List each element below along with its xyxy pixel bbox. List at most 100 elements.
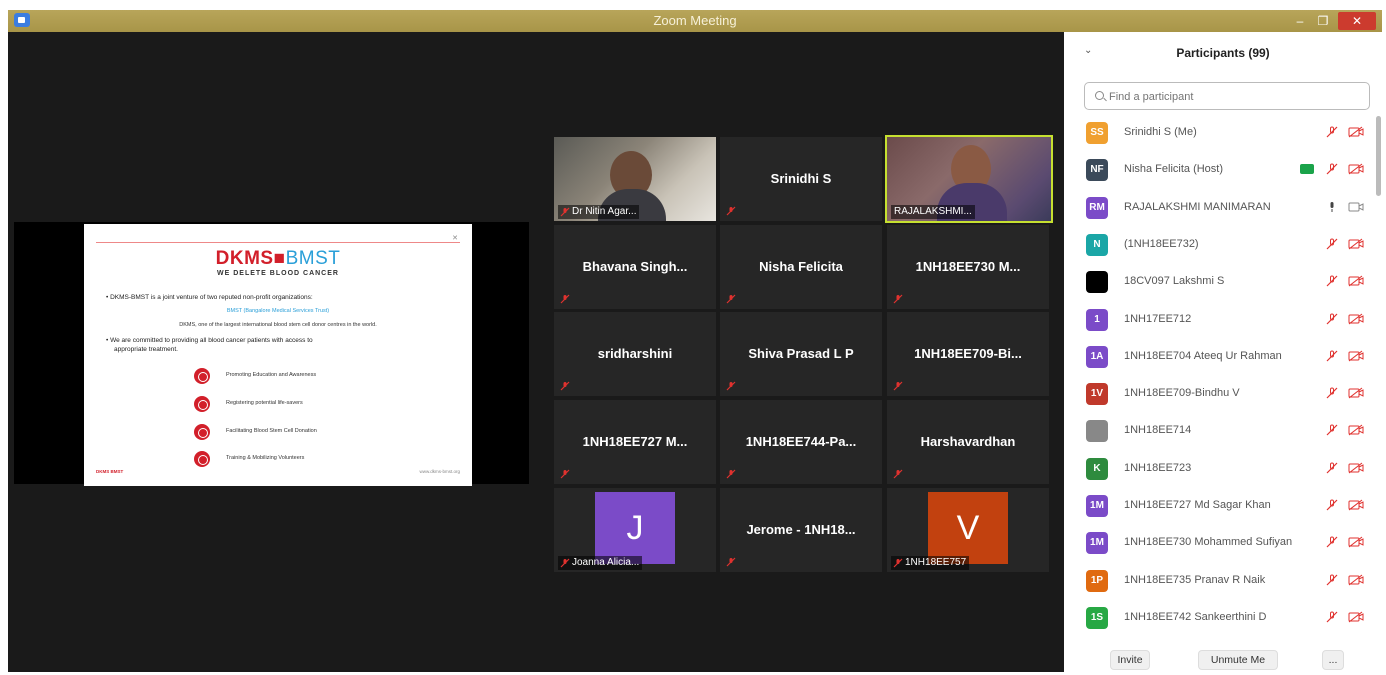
mic-icon[interactable] bbox=[1326, 201, 1338, 213]
muted-mic-icon[interactable] bbox=[1326, 313, 1338, 325]
slide-close-icon: ✕ bbox=[452, 235, 458, 242]
close-button[interactable]: ✕ bbox=[1338, 12, 1376, 30]
video-tile[interactable]: Jerome - 1NH18... bbox=[720, 488, 882, 572]
tile-name-label: 1NH18EE757 bbox=[891, 556, 970, 570]
participant-row[interactable]: 1V 1NH18EE709-Bindhu V bbox=[1064, 375, 1382, 412]
minimize-button[interactable]: – bbox=[1291, 12, 1309, 30]
more-options-button[interactable]: ... bbox=[1322, 650, 1344, 670]
camera-off-icon[interactable] bbox=[1348, 126, 1364, 138]
camera-off-icon[interactable] bbox=[1348, 499, 1364, 511]
participant-name: 1NH18EE730 Mohammed Sufiyan bbox=[1124, 536, 1293, 549]
camera-off-icon[interactable] bbox=[1348, 387, 1364, 399]
camera-off-icon[interactable] bbox=[1348, 611, 1364, 623]
slide-bullet-1: • DKMS-BMST is a joint venture of two re… bbox=[106, 294, 313, 301]
muted-mic-icon[interactable] bbox=[1326, 387, 1338, 399]
search-input[interactable] bbox=[1109, 88, 1359, 106]
video-tile[interactable]: Shiva Prasad L P bbox=[720, 312, 882, 396]
slide-tagline: WE DELETE BLOOD CANCER bbox=[217, 270, 339, 277]
camera-off-icon[interactable] bbox=[1348, 424, 1364, 436]
muted-mic-icon[interactable] bbox=[1326, 275, 1338, 287]
video-tile[interactable]: Bhavana Singh... bbox=[554, 225, 716, 309]
camera-off-icon[interactable] bbox=[1348, 536, 1364, 548]
participant-row[interactable]: N (1NH18EE732) bbox=[1064, 226, 1382, 263]
tile-name: Bhavana Singh... bbox=[582, 259, 688, 274]
camera-off-icon[interactable] bbox=[1348, 313, 1364, 325]
participant-row[interactable]: SS Srinidhi S (Me) bbox=[1064, 114, 1382, 151]
muted-mic-icon[interactable] bbox=[1326, 350, 1338, 362]
participant-avatar: NF bbox=[1086, 159, 1108, 182]
video-tile[interactable]: Harshavardhan bbox=[887, 400, 1049, 484]
participant-name: RAJALAKSHMI MANIMARAN bbox=[1124, 200, 1271, 213]
participant-row[interactable]: 18CV097 Lakshmi S bbox=[1064, 263, 1382, 300]
shared-screen: ✕ DKMS■BMST WE DELETE BLOOD CANCER • DKM… bbox=[14, 222, 529, 486]
tile-name: Shiva Prasad L P bbox=[748, 346, 854, 361]
muted-mic-icon[interactable] bbox=[1326, 536, 1338, 548]
video-tile[interactable]: Dr Nitin Agar... bbox=[554, 137, 716, 221]
participant-row[interactable]: 1A 1NH18EE704 Ateeq Ur Rahman bbox=[1064, 338, 1382, 375]
participant-avatar: 1P bbox=[1086, 569, 1108, 592]
camera-off-icon[interactable] bbox=[1348, 238, 1364, 250]
muted-mic-icon bbox=[726, 557, 736, 567]
invite-button[interactable]: Invite bbox=[1110, 650, 1150, 670]
video-tile[interactable]: Srinidhi S bbox=[720, 137, 882, 221]
video-tile[interactable]: 1NH18EE744-Pa... bbox=[720, 400, 882, 484]
slide-sub-2: DKMS, one of the largest international b… bbox=[179, 322, 377, 328]
muted-mic-icon[interactable] bbox=[1326, 238, 1338, 250]
video-tile[interactable]: 1NH18EE727 M... bbox=[554, 400, 716, 484]
tile-label-text: Joanna Alicia... bbox=[572, 557, 640, 568]
video-tile[interactable]: V 1NH18EE757 bbox=[887, 488, 1049, 572]
participant-row[interactable]: 1NH18EE714 bbox=[1064, 412, 1382, 449]
muted-mic-icon[interactable] bbox=[1326, 163, 1338, 175]
video-tile[interactable]: sridharshini bbox=[554, 312, 716, 396]
participant-row[interactable]: 1M 1NH18EE730 Mohammed Sufiyan bbox=[1064, 524, 1382, 561]
muted-mic-icon bbox=[560, 381, 570, 391]
video-tile[interactable]: J Joanna Alicia... bbox=[554, 488, 716, 572]
camera-icon[interactable] bbox=[1348, 201, 1364, 213]
tile-name: Harshavardhan bbox=[920, 434, 1016, 449]
participant-row[interactable]: NF Nisha Felicita (Host) bbox=[1064, 151, 1382, 188]
participant-row[interactable]: RM RAJALAKSHMI MANIMARAN bbox=[1064, 189, 1382, 226]
video-tile[interactable]: 1NH18EE730 M... bbox=[887, 225, 1049, 309]
active-speaker-tile[interactable]: RAJALAKSHMI... bbox=[885, 135, 1053, 223]
tile-label-text: Dr Nitin Agar... bbox=[572, 206, 637, 217]
participant-search[interactable] bbox=[1084, 82, 1370, 110]
video-tile[interactable]: Nisha Felicita bbox=[720, 225, 882, 309]
muted-mic-icon[interactable] bbox=[1326, 499, 1338, 511]
camera-off-icon[interactable] bbox=[1348, 462, 1364, 474]
muted-mic-icon bbox=[560, 469, 570, 479]
education-icon bbox=[194, 368, 210, 384]
zoom-window: Zoom Meeting – ❐ ✕ ✕ DKMS■BMST WE DELETE… bbox=[8, 10, 1382, 672]
logo-bmst-text: BMST bbox=[285, 248, 341, 269]
video-tile[interactable]: 1NH18EE709-Bi... bbox=[887, 312, 1049, 396]
muted-mic-icon[interactable] bbox=[1326, 424, 1338, 436]
participant-avatar: 1S bbox=[1086, 606, 1108, 629]
muted-mic-icon bbox=[726, 206, 736, 216]
muted-mic-icon[interactable] bbox=[1326, 574, 1338, 586]
participant-name: 1NH18EE727 Md Sagar Khan bbox=[1124, 499, 1271, 511]
participant-row[interactable]: K 1NH18EE723 bbox=[1064, 450, 1382, 487]
muted-mic-icon bbox=[560, 207, 570, 217]
slide-item-3: Facilitating Blood Stem Cell Donation bbox=[226, 428, 317, 434]
maximize-button[interactable]: ❐ bbox=[1313, 12, 1333, 30]
muted-mic-icon bbox=[726, 469, 736, 479]
camera-off-icon[interactable] bbox=[1348, 163, 1364, 175]
tile-name: 1NH18EE744-Pa... bbox=[745, 434, 857, 449]
camera-off-icon[interactable] bbox=[1348, 275, 1364, 287]
muted-mic-icon[interactable] bbox=[1326, 126, 1338, 138]
tile-name: Srinidhi S bbox=[770, 171, 832, 186]
participant-name: 18CV097 Lakshmi S bbox=[1124, 275, 1225, 288]
muted-mic-icon[interactable] bbox=[1326, 462, 1338, 474]
unmute-me-button[interactable]: Unmute Me bbox=[1198, 650, 1278, 670]
participant-row[interactable]: 1P 1NH18EE735 Pranav R Naik bbox=[1064, 562, 1382, 599]
participant-row[interactable]: 1S 1NH18EE742 Sankeerthini D bbox=[1064, 599, 1382, 636]
slide-item-2: Registering potential life-savers bbox=[226, 400, 303, 406]
muted-mic-icon[interactable] bbox=[1326, 611, 1338, 623]
participant-name: (1NH18EE732) bbox=[1124, 237, 1199, 250]
presentation-slide: ✕ DKMS■BMST WE DELETE BLOOD CANCER • DKM… bbox=[84, 224, 472, 486]
camera-off-icon[interactable] bbox=[1348, 350, 1364, 362]
camera-off-icon[interactable] bbox=[1348, 574, 1364, 586]
participant-row[interactable]: 1 1NH17EE712 bbox=[1064, 301, 1382, 338]
tile-label-text: 1NH18EE757 bbox=[905, 557, 967, 568]
participant-avatar: 1V bbox=[1086, 383, 1108, 406]
participant-row[interactable]: 1M 1NH18EE727 Md Sagar Khan bbox=[1064, 487, 1382, 524]
